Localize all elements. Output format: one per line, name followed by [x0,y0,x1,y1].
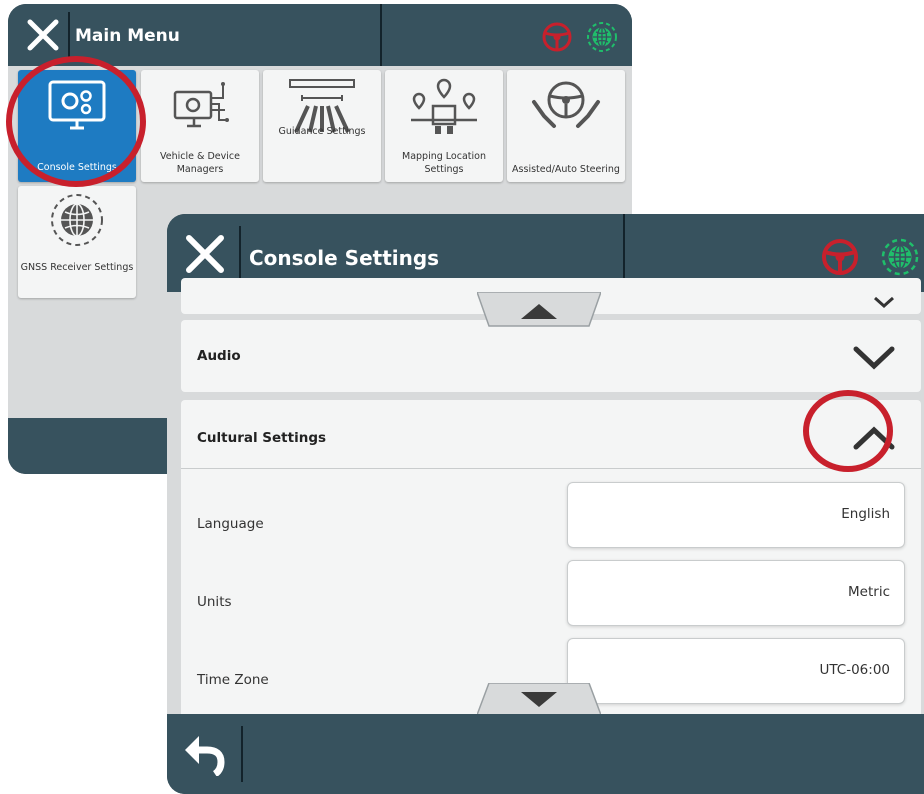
gnss-status-icon[interactable] [880,237,920,277]
back-arrow-icon[interactable] [181,732,227,776]
chevron-down-icon[interactable] [873,296,895,308]
gnss-status-icon[interactable] [586,21,618,53]
section-audio[interactable]: Audio [181,320,921,392]
gnss-globe-icon [51,194,103,246]
chevron-down-icon[interactable] [853,346,895,370]
page-title: Console Settings [249,246,440,270]
time-zone-label: Time Zone [197,672,269,688]
highlight-ring [803,390,893,472]
time-zone-value: UTC-06:00 [819,662,890,678]
close-icon[interactable] [183,232,227,276]
close-icon[interactable] [26,18,60,52]
language-value: English [841,506,890,522]
main-menu-header: Main Menu [8,4,632,66]
page-title: Main Menu [75,26,180,46]
tile-label: Mapping Location Settings [402,151,486,175]
tile-label: Guidance Settings [278,126,366,137]
header-divider [380,4,382,66]
tile-mapping-location-settings[interactable]: Mapping Location Settings [385,70,503,182]
scroll-up-button[interactable] [477,292,601,328]
divider [181,468,921,469]
highlight-ring [6,56,146,187]
tile-label: GNSS Receiver Settings [20,262,134,273]
units-label: Units [197,594,232,610]
steering-hands-icon [532,81,600,128]
tile-gnss-receiver-settings[interactable]: GNSS Receiver Settings [18,186,136,298]
tile-assisted-auto-steering[interactable]: Assisted/Auto Steering [507,70,625,182]
section-label: Audio [197,348,241,364]
mapping-location-icon [411,78,477,134]
steering-status-icon[interactable] [541,21,573,53]
console-settings-footer [167,714,924,794]
language-select[interactable]: English [567,482,905,548]
vehicle-device-icon [173,82,229,128]
language-label: Language [197,516,264,532]
tile-label: Vehicle & Device Managers [160,151,240,175]
header-divider [239,226,241,280]
tile-label: Assisted/Auto Steering [512,164,620,175]
steering-status-icon[interactable] [820,237,860,277]
settings-list: Audio Cultural Settings Language English… [167,278,924,730]
time-zone-select[interactable]: UTC-06:00 [567,638,905,704]
section-label: Cultural Settings [197,430,327,446]
tile-vehicle-device-managers[interactable]: Vehicle & Device Managers [141,70,259,182]
header-divider [68,12,70,58]
console-settings-screen: Console Settings Audio Cultural Settings… [167,214,924,794]
footer-divider [241,726,243,782]
scroll-down-button[interactable] [477,683,601,715]
tile-guidance-settings[interactable]: Guidance Settings [263,70,381,182]
units-value: Metric [848,584,890,600]
units-select[interactable]: Metric [567,560,905,626]
